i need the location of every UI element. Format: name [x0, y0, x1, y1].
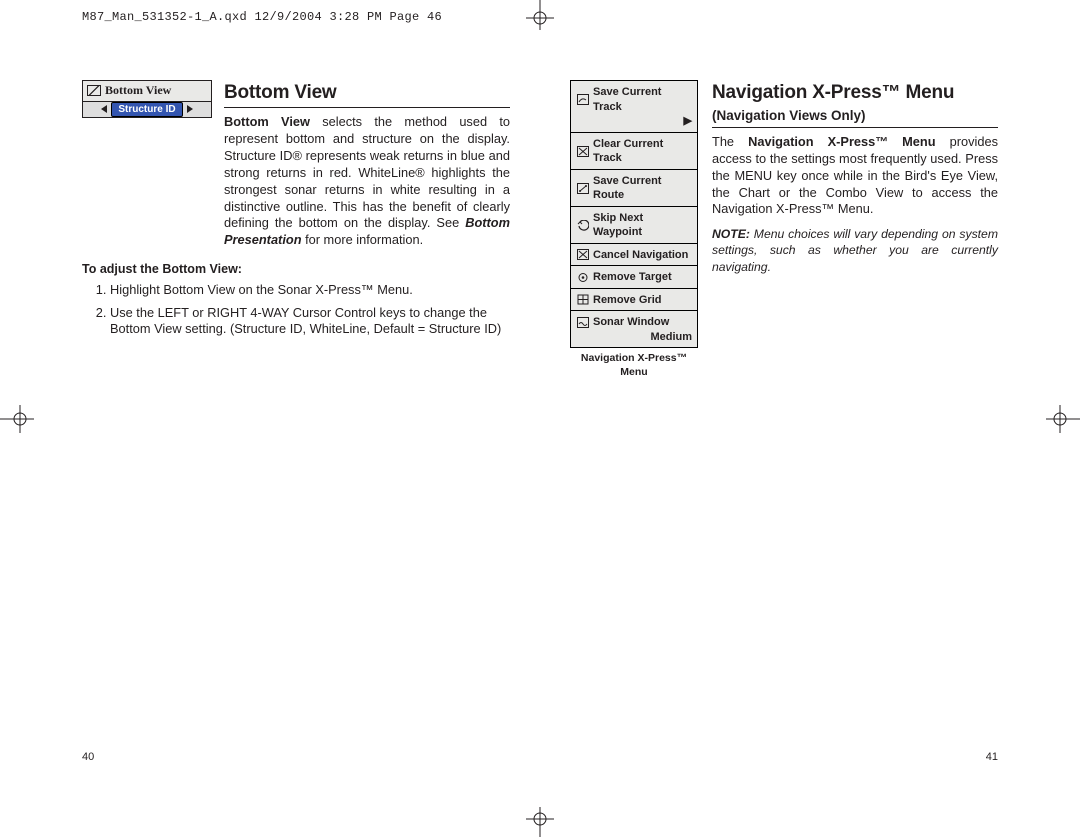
note-label: NOTE: [712, 227, 750, 241]
menu-label: Save Current Route [593, 174, 692, 203]
registration-mark-left [0, 399, 34, 439]
section-heading-bottom-view: Bottom View [224, 80, 510, 105]
menu-item-save-route: Save Current Route [571, 170, 697, 207]
bottom-view-ui-value: Structure ID [111, 102, 182, 117]
triangle-right-icon: ▶ [684, 115, 692, 127]
triangle-left-icon [101, 105, 107, 113]
page-number-left: 40 [82, 750, 94, 765]
para-pre: The [712, 134, 748, 149]
step-item: Use the LEFT or RIGHT 4-WAY Cursor Contr… [110, 305, 510, 339]
steps-list: Highlight Bottom View on the Sonar X-Pre… [110, 282, 510, 339]
note-body: Menu choices will vary depending on syst… [712, 227, 998, 273]
cancel-nav-icon [576, 249, 589, 261]
menu-item-cancel-nav: Cancel Navigation [571, 244, 697, 267]
bottom-view-ui-title: Bottom View [105, 83, 171, 99]
nav-xpress-menu-ui: Save Current Track ▶ Clear Current Track… [570, 80, 698, 348]
menu-item-sonar-window: Sonar Window Medium [571, 311, 697, 347]
registration-mark-bottom [520, 807, 560, 837]
save-route-icon [576, 182, 589, 194]
menu-label: Save Current Track [593, 85, 692, 114]
heading-rule [712, 127, 998, 128]
menu-value: Medium [576, 330, 692, 345]
registration-mark-right [1046, 399, 1080, 439]
menu-item-clear-track: Clear Current Track [571, 133, 697, 170]
page-spread: Bottom View Structure ID Bottom View Bot… [82, 80, 998, 777]
registration-mark-top [520, 0, 560, 30]
step-item: Highlight Bottom View on the Sonar X-Pre… [110, 282, 510, 299]
heading-rule [224, 107, 510, 108]
menu-item-skip-waypoint: Skip Next Waypoint [571, 207, 697, 244]
section-subheading-nav-menu: (Navigation Views Only) [712, 107, 998, 125]
menu-item-remove-grid: Remove Grid [571, 289, 697, 312]
page-number-right: 41 [986, 750, 998, 765]
save-track-icon [576, 94, 589, 106]
menu-label: Cancel Navigation [593, 248, 688, 263]
print-slugline: M87_Man_531352-1_A.qxd 12/9/2004 3:28 PM… [82, 10, 442, 24]
bottom-view-paragraph: Bottom View selects the method used to r… [224, 114, 510, 249]
menu-label: Skip Next Waypoint [593, 211, 692, 240]
clear-track-icon [576, 145, 589, 157]
page-right: Save Current Track ▶ Clear Current Track… [570, 80, 998, 777]
remove-target-icon [576, 271, 589, 283]
nav-menu-block: Save Current Track ▶ Clear Current Track… [570, 80, 698, 380]
page-left: Bottom View Structure ID Bottom View Bot… [82, 80, 510, 777]
note-text: NOTE: Menu choices will vary depending o… [712, 226, 998, 274]
sonar-window-icon [576, 316, 589, 328]
menu-item-save-track: Save Current Track ▶ [571, 81, 697, 133]
picture-icon [87, 85, 101, 96]
menu-label: Clear Current Track [593, 137, 692, 166]
lead-in: Bottom View [224, 114, 310, 129]
menu-label: Remove Target [593, 270, 672, 285]
bottom-view-ui-snippet: Bottom View Structure ID [82, 80, 212, 118]
menu-label: Sonar Window [593, 315, 669, 330]
menu-label: Remove Grid [593, 293, 661, 308]
skip-waypoint-icon [576, 219, 589, 231]
para-tail: for more information. [302, 232, 424, 247]
subheading-adjust: To adjust the Bottom View: [82, 261, 510, 278]
triangle-right-icon [187, 105, 193, 113]
lead-in: Navigation X-Press™ Menu [748, 134, 935, 149]
section-heading-nav-menu: Navigation X-Press™ Menu [712, 80, 998, 105]
remove-grid-icon [576, 294, 589, 306]
nav-menu-caption: Navigation X-Press™ Menu [570, 352, 698, 380]
nav-menu-paragraph: The Navigation X-Press™ Menu provides ac… [712, 134, 998, 218]
para-body: selects the method used to represent bot… [224, 114, 510, 230]
menu-item-remove-target: Remove Target [571, 266, 697, 289]
